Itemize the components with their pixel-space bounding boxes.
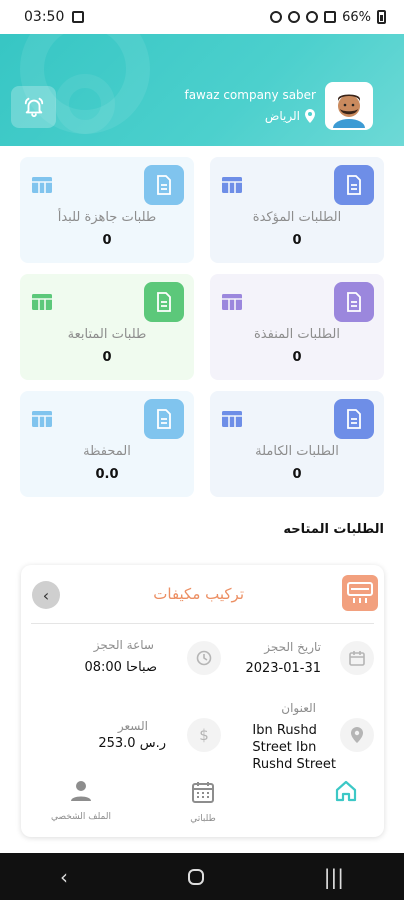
card-followup-orders[interactable]: طلبات المتابعة 0 (20, 274, 194, 380)
address-label: العنوان (281, 701, 316, 715)
alarm-icon (270, 11, 283, 23)
bottom-nav: طلباتي الملف الشخصي (21, 772, 384, 836)
avatar[interactable] (325, 82, 373, 130)
price-label: السعر (117, 719, 148, 733)
signal-icon (324, 11, 337, 23)
document-icon (334, 282, 374, 322)
card-title: الطلبات المؤكدة (252, 210, 342, 225)
calendar-icon (192, 782, 214, 803)
status-bar: 03:50 66% (0, 0, 404, 34)
card-executed-orders[interactable]: الطلبات المنفذة 0 (210, 274, 384, 380)
bell-icon (24, 97, 43, 118)
hotspot-icon (306, 11, 319, 23)
card-ready-orders[interactable]: طلبات جاهزة للبدأ 0 (20, 157, 194, 263)
card-wallet[interactable]: المحفظة 0.0 (20, 391, 194, 497)
card-confirmed-orders[interactable]: الطلبات المؤكدة 0 (210, 157, 384, 263)
battery-icon (377, 10, 386, 24)
location-text: الرياض (264, 109, 300, 123)
card-title: الطلبات الكاملة (255, 444, 339, 459)
card-title: الطلبات المنفذة (253, 327, 341, 342)
table-icon (222, 411, 242, 431)
notifications-button[interactable] (11, 86, 56, 128)
document-icon (334, 399, 374, 439)
nav-profile[interactable]: الملف الشخصي (31, 780, 131, 822)
dollar-icon: $ (187, 718, 221, 752)
card-value: 0 (102, 233, 112, 248)
table-icon (222, 177, 242, 197)
booking-time-value: 08:00 صباحا (84, 660, 157, 675)
person-icon (71, 781, 91, 801)
table-icon (32, 177, 52, 197)
booking-date-label: تاريخ الحجز (264, 640, 321, 654)
gallery-icon (72, 11, 85, 23)
location-pin-icon (305, 109, 315, 123)
nav-home[interactable] (296, 780, 396, 812)
booking-time-label: ساعة الحجز (93, 638, 154, 652)
address-value: Ibn Rushd Street Ibn Rushd Street (252, 722, 336, 773)
air-conditioner-icon (342, 575, 378, 611)
table-icon (222, 294, 242, 314)
nav-my-orders[interactable]: طلباتي (153, 780, 253, 824)
location-icon (340, 718, 374, 752)
card-title: المحفظة (83, 444, 131, 459)
nav-my-orders-label: طلباتي (190, 814, 216, 824)
back-icon[interactable]: ‹ (60, 865, 68, 889)
document-icon (144, 399, 184, 439)
status-time: 03:50 (24, 9, 65, 25)
user-location: الرياض (265, 109, 316, 123)
price-value: 253.0 ر.س (98, 736, 166, 751)
document-icon (144, 165, 184, 205)
back-arrow-button[interactable]: ‹ (32, 581, 60, 609)
card-title: طلبات جاهزة للبدأ (57, 210, 157, 225)
card-value: 0.0 (95, 467, 119, 482)
battery-percent: 66% (342, 9, 371, 25)
system-nav-bar: ‹ ||| (0, 853, 404, 900)
home-circle-icon[interactable] (187, 868, 204, 885)
address-line: Rushd Street (252, 757, 336, 772)
card-value: 0 (102, 350, 112, 365)
mute-icon (288, 11, 301, 23)
home-icon (335, 780, 357, 802)
booking-date-value: 2023-01-31 (245, 661, 321, 676)
nav-profile-label: الملف الشخصي (51, 812, 111, 822)
document-icon (334, 165, 374, 205)
clock-icon (187, 641, 221, 675)
order-title: تركيب مكيفات (153, 585, 244, 603)
recent-apps-icon[interactable]: ||| (324, 865, 344, 889)
card-completed-orders[interactable]: الطلبات الكاملة 0 (210, 391, 384, 497)
document-icon (144, 282, 184, 322)
divider (31, 623, 374, 624)
card-value: 0 (292, 233, 302, 248)
address-line: Street Ibn (252, 740, 317, 755)
card-title: طلبات المتابعة (67, 327, 147, 342)
address-line: Ibn Rushd (252, 723, 317, 738)
user-name: fawaz company saber (184, 88, 316, 102)
card-value: 0 (292, 467, 302, 482)
table-icon (32, 411, 52, 431)
table-icon (32, 294, 52, 314)
chevron-left-icon: ‹ (42, 585, 50, 605)
profile-header: fawaz company saber الرياض (0, 34, 404, 146)
calendar-icon (340, 641, 374, 675)
card-value: 0 (292, 350, 302, 365)
available-orders-heading: الطلبات المتاحه (283, 522, 384, 537)
